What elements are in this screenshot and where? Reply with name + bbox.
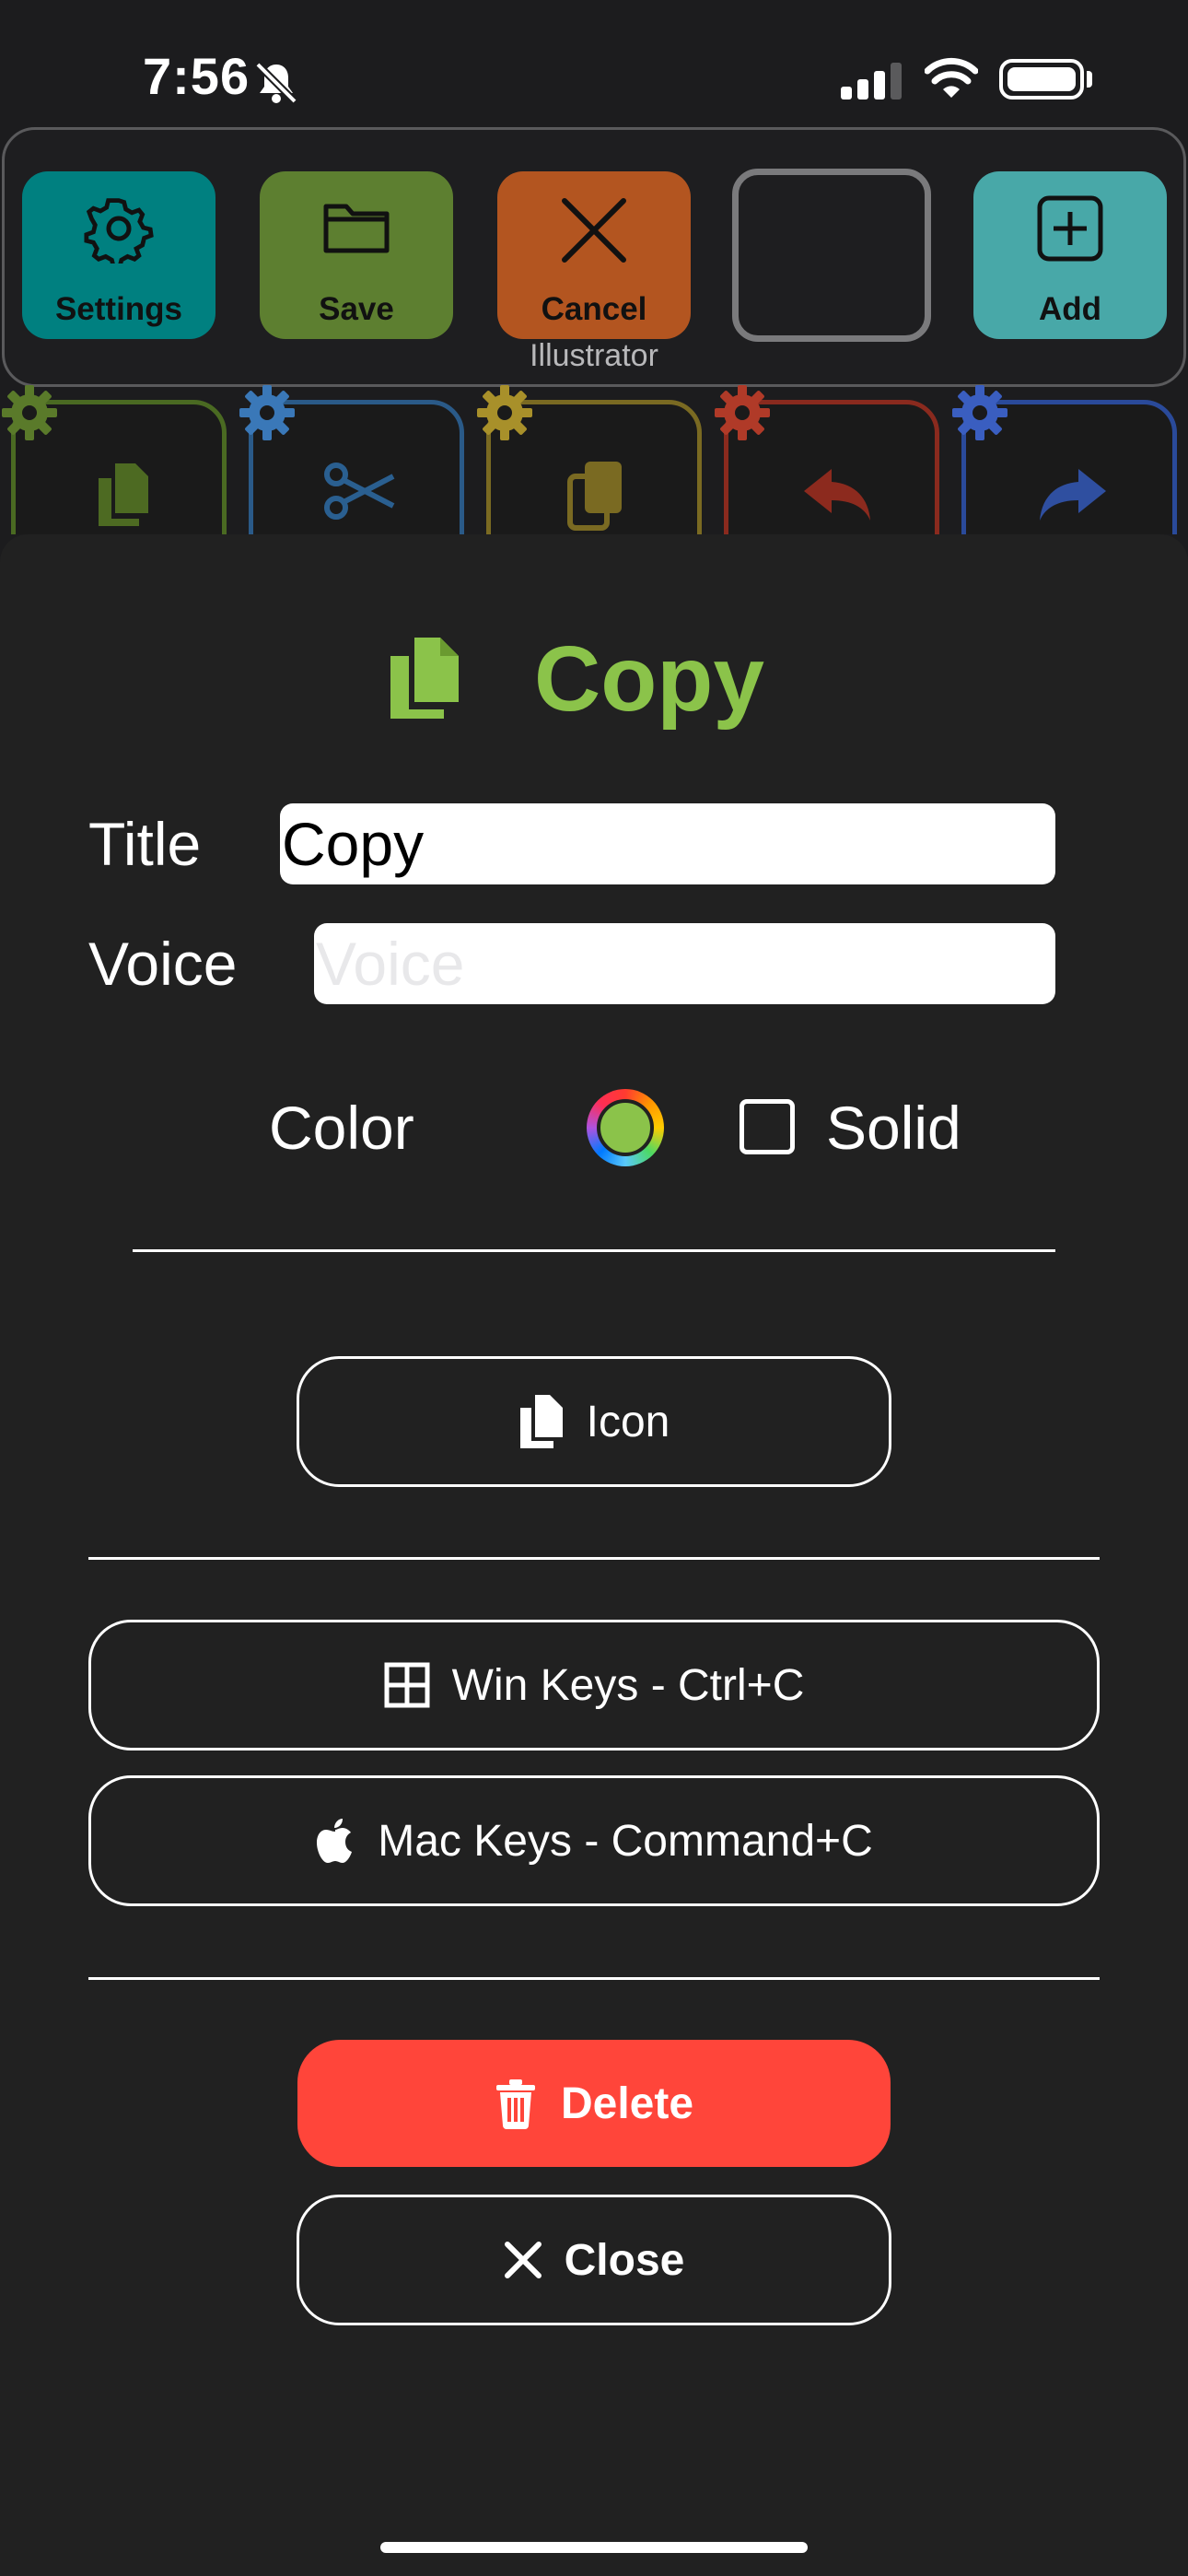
redo-icon	[1040, 469, 1106, 521]
solid-checkbox[interactable]	[740, 1099, 795, 1154]
title-field[interactable]: Copy	[280, 803, 1055, 884]
divider	[88, 1977, 1100, 1980]
copy-icon	[99, 463, 148, 526]
copy-icon	[519, 1395, 563, 1448]
icon-button[interactable]: Icon	[297, 1356, 891, 1487]
apple-icon	[317, 1819, 353, 1863]
battery-nub	[1087, 71, 1092, 88]
profile-name: Illustrator	[530, 338, 658, 373]
title-label: Title	[88, 810, 202, 878]
cancel-label: Cancel	[541, 291, 647, 327]
scissors-icon	[324, 463, 395, 520]
voice-label: Voice	[88, 930, 238, 998]
color-label: Color	[269, 1094, 414, 1162]
delete-label: Delete	[560, 2078, 694, 2128]
battery-icon	[999, 59, 1084, 100]
cellular-signal-icon	[841, 63, 902, 100]
divider	[133, 1249, 1055, 1252]
voice-field[interactable]: Voice	[314, 923, 1055, 1004]
empty-slot-button[interactable]	[732, 169, 931, 342]
gear-icon	[84, 198, 154, 263]
windows-icon	[384, 1662, 430, 1708]
plus-square-icon	[1037, 195, 1103, 262]
button-grid-background	[0, 387, 1188, 534]
cancel-button[interactable]: Cancel	[497, 171, 691, 339]
close-button[interactable]: Close	[297, 2195, 891, 2325]
tile-paste-settings-icon[interactable]	[475, 383, 534, 442]
add-label: Add	[1038, 291, 1102, 327]
solid-label: Solid	[826, 1094, 961, 1162]
mac-keys-label: Mac Keys - Command+C	[378, 1816, 873, 1866]
wifi-icon	[925, 57, 978, 98]
settings-button[interactable]: Settings	[22, 171, 215, 339]
divider	[88, 1557, 1100, 1560]
color-picker[interactable]	[587, 1089, 664, 1166]
x-icon	[562, 198, 626, 263]
save-label: Save	[319, 291, 394, 327]
mac-keys-button[interactable]: Mac Keys - Command+C	[88, 1775, 1100, 1906]
tile-copy-settings-icon[interactable]	[0, 383, 59, 442]
tile-redo-settings-icon[interactable]	[950, 383, 1009, 442]
home-indicator[interactable]	[380, 2542, 808, 2553]
close-icon	[504, 2242, 542, 2278]
voice-placeholder: Voice	[316, 930, 465, 998]
copy-icon	[390, 638, 459, 719]
selected-color-swatch	[597, 1099, 654, 1156]
settings-label: Settings	[54, 291, 183, 327]
tile-undo-settings-icon[interactable]	[713, 383, 772, 442]
paste-icon	[567, 462, 622, 531]
trash-icon	[495, 2079, 535, 2129]
bell-slash-icon	[255, 62, 297, 104]
win-keys-label: Win Keys - Ctrl+C	[451, 1660, 805, 1710]
icon-button-label: Icon	[586, 1397, 670, 1446]
status-time: 7:56	[143, 47, 250, 105]
close-label: Close	[564, 2235, 685, 2285]
delete-button[interactable]: Delete	[297, 2040, 891, 2167]
win-keys-button[interactable]: Win Keys - Ctrl+C	[88, 1620, 1100, 1751]
save-button[interactable]: Save	[260, 171, 453, 339]
tile-cut-settings-icon[interactable]	[238, 383, 297, 442]
undo-icon	[804, 469, 870, 521]
header-title: Copy	[534, 627, 764, 731]
add-button[interactable]: Add	[973, 171, 1167, 339]
folder-icon	[323, 204, 390, 253]
